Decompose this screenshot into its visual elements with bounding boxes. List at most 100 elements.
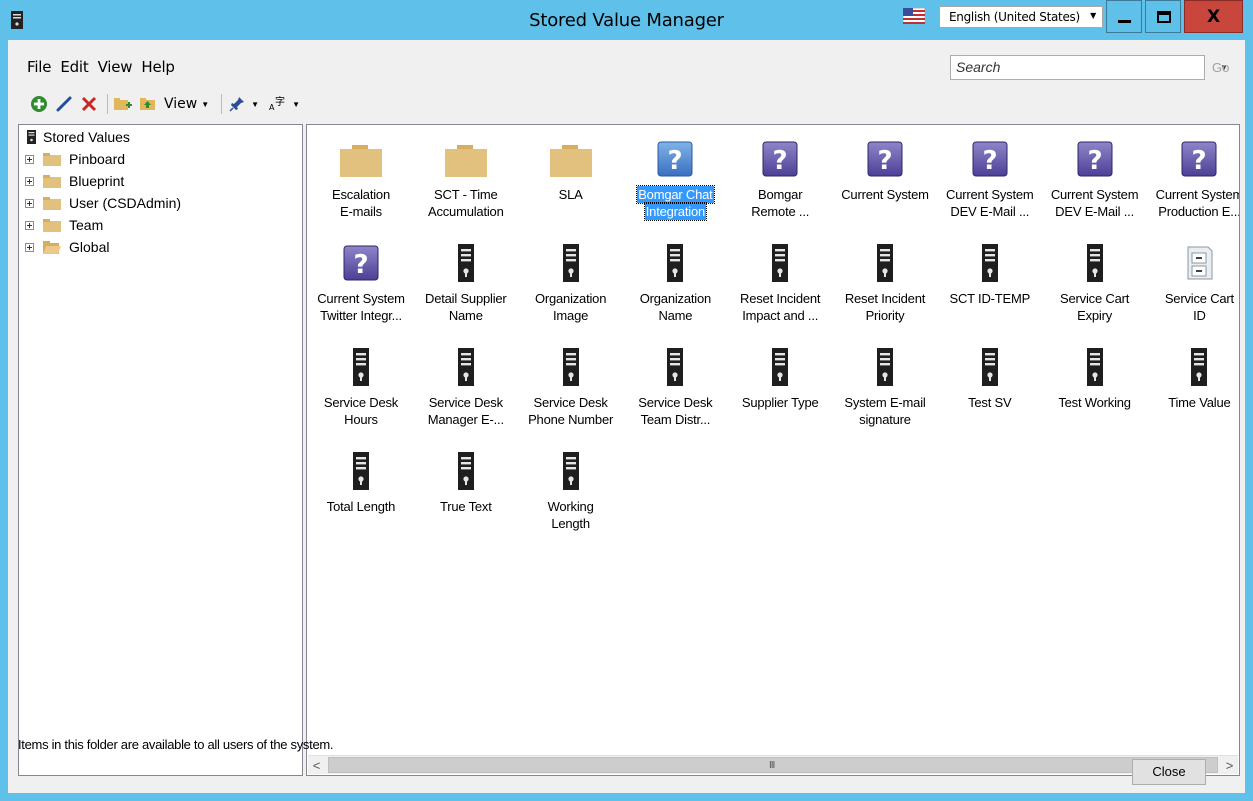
list-item[interactable]: ? Bomgar Remote ... — [728, 132, 832, 228]
svg-text:?: ? — [668, 146, 683, 176]
list-item-label: Current System Production E... — [1147, 186, 1239, 220]
list-item[interactable]: Reset Incident Impact and ... — [728, 236, 832, 332]
list-item-label-line2: E-mails — [340, 204, 382, 219]
tree-root[interactable]: Stored Values — [27, 126, 130, 148]
tree-item-team[interactable]: Team — [25, 214, 103, 236]
pin-icon[interactable] — [226, 93, 248, 115]
list-item-label-line1: Service Desk — [428, 395, 503, 410]
list-item[interactable]: Escalation E-mails — [309, 132, 413, 228]
move-up-folder-icon[interactable] — [137, 93, 159, 115]
language-icon[interactable]: A字 — [267, 93, 289, 115]
expand-icon[interactable] — [25, 220, 34, 230]
list-item[interactable]: SCT - Time Accumulation — [414, 132, 518, 228]
list-item[interactable]: Detail Supplier Name — [414, 236, 518, 332]
list-item-label-line2: Accumulation — [427, 204, 504, 219]
list-item[interactable]: Organization Name — [623, 236, 727, 332]
scroll-left-icon[interactable]: < — [308, 756, 325, 774]
tree-item-user[interactable]: User (CSDAdmin) — [25, 192, 181, 214]
list-item[interactable]: ? Bomgar Chat Integration — [623, 132, 727, 228]
list-item[interactable]: Service Desk Hours — [309, 340, 413, 436]
list-item-label-line1: Escalation — [332, 187, 390, 202]
list-item[interactable]: SLA — [519, 132, 623, 228]
language-select[interactable]: English (United States) ▼ — [939, 6, 1103, 28]
folder-icon — [43, 153, 61, 166]
list-item[interactable]: ? Current System Twitter Integr... — [309, 236, 413, 332]
close-window-button[interactable]: X — [1184, 0, 1243, 33]
list-item[interactable]: System E-mail signature — [833, 340, 937, 436]
list-item[interactable]: Service Desk Phone Number — [519, 340, 623, 436]
close-button[interactable]: Close — [1132, 759, 1206, 785]
search-placeholder: Search — [956, 59, 1001, 75]
menu-edit[interactable]: Edit — [60, 58, 97, 80]
list-item-label: Test SV — [938, 394, 1042, 411]
list-item-label-line2: Length — [551, 516, 590, 531]
list-item[interactable]: Time Value — [1147, 340, 1239, 436]
list-item[interactable]: Working Length — [519, 444, 623, 540]
list-item[interactable]: Service Desk Manager E-... — [414, 340, 518, 436]
view-dropdown[interactable]: View — [164, 96, 197, 112]
tree-item-global[interactable]: Global — [25, 236, 109, 258]
delete-icon[interactable] — [78, 93, 100, 115]
new-folder-icon[interactable] — [112, 93, 134, 115]
horizontal-scrollbar[interactable]: < III > — [308, 755, 1238, 774]
tree-item-label: Pinboard — [69, 151, 126, 167]
list-item[interactable]: True Text — [414, 444, 518, 540]
expand-icon[interactable] — [25, 176, 34, 186]
list-item[interactable]: Service Cart ID — [1147, 236, 1239, 332]
tree-item-blueprint[interactable]: Blueprint — [25, 170, 124, 192]
list-item-label-line1: Service Desk — [533, 395, 608, 410]
add-icon[interactable] — [28, 93, 50, 115]
scroll-right-icon[interactable]: > — [1221, 756, 1238, 774]
menu-help[interactable]: Help — [141, 58, 183, 80]
list-item-label-line2: Hours — [344, 412, 378, 427]
expand-icon[interactable] — [25, 154, 34, 164]
list-item[interactable]: ? Current System DEV E-Mail ... — [1043, 132, 1147, 228]
list-item-label: Current System DEV E-Mail ... — [938, 186, 1042, 220]
title-bar[interactable]: Stored Value Manager English (United Sta… — [0, 0, 1253, 40]
stored-value-icon — [550, 346, 592, 388]
list-item-label: Service Desk Phone Number — [519, 394, 623, 428]
stored-value-icon — [1074, 242, 1116, 284]
list-item[interactable]: Total Length — [309, 444, 413, 540]
edit-icon[interactable] — [53, 93, 75, 115]
list-item[interactable]: Service Cart Expiry — [1043, 236, 1147, 332]
toolbar-separator — [107, 94, 108, 114]
tree-item-pinboard[interactable]: Pinboard — [25, 148, 125, 170]
minimize-icon — [1118, 20, 1131, 23]
menu-file[interactable]: File — [8, 58, 60, 80]
go-button[interactable]: Go — [1212, 60, 1229, 75]
list-item[interactable]: Reset Incident Priority — [833, 236, 937, 332]
stored-value-icon — [864, 242, 906, 284]
list-item-label-line1: SCT ID-TEMP — [949, 291, 1031, 306]
expand-icon[interactable] — [25, 242, 34, 252]
scrollbar-thumb[interactable]: III — [328, 757, 1218, 773]
list-item[interactable]: ? Current System DEV E-Mail ... — [938, 132, 1042, 228]
expand-icon[interactable] — [25, 198, 34, 208]
list-item[interactable]: ? Current System Production E... — [1147, 132, 1239, 228]
list-item-label: Service Desk Manager E-... — [414, 394, 518, 428]
search-input[interactable]: Search ▼ — [950, 55, 1228, 80]
stored-value-icon — [969, 346, 1011, 388]
question-icon: ? — [340, 242, 382, 284]
folder-tree[interactable]: Stored Values Pinboard Blueprint User (C… — [18, 124, 303, 776]
list-item[interactable]: Test Working — [1043, 340, 1147, 436]
list-item[interactable]: Supplier Type — [728, 340, 832, 436]
list-item-label: True Text — [414, 498, 518, 515]
list-item[interactable]: Service Desk Team Distr... — [623, 340, 727, 436]
pin-chevron-down-icon[interactable]: ▼ — [251, 100, 259, 109]
list-item-label-line2: Image — [553, 308, 589, 323]
minimize-button[interactable] — [1106, 0, 1142, 33]
view-chevron-down-icon[interactable]: ▼ — [201, 100, 209, 109]
list-item[interactable]: Test SV — [938, 340, 1042, 436]
list-item[interactable]: ? Current System — [833, 132, 937, 228]
list-item-label: Bomgar Chat Integration — [623, 185, 727, 221]
maximize-button[interactable] — [1145, 0, 1181, 33]
list-item-label-line1: Reset Incident — [844, 291, 926, 306]
list-item[interactable]: Organization Image — [519, 236, 623, 332]
stored-values-list[interactable]: Escalation E-mails SCT - Time Accumulation S… — [306, 124, 1240, 776]
stored-value-icon — [340, 346, 382, 388]
language-chevron-down-icon[interactable]: ▼ — [292, 100, 300, 109]
list-item-label-line1: Service Cart — [1060, 291, 1130, 306]
list-item[interactable]: SCT ID-TEMP — [938, 236, 1042, 332]
menu-view[interactable]: View — [98, 58, 142, 80]
